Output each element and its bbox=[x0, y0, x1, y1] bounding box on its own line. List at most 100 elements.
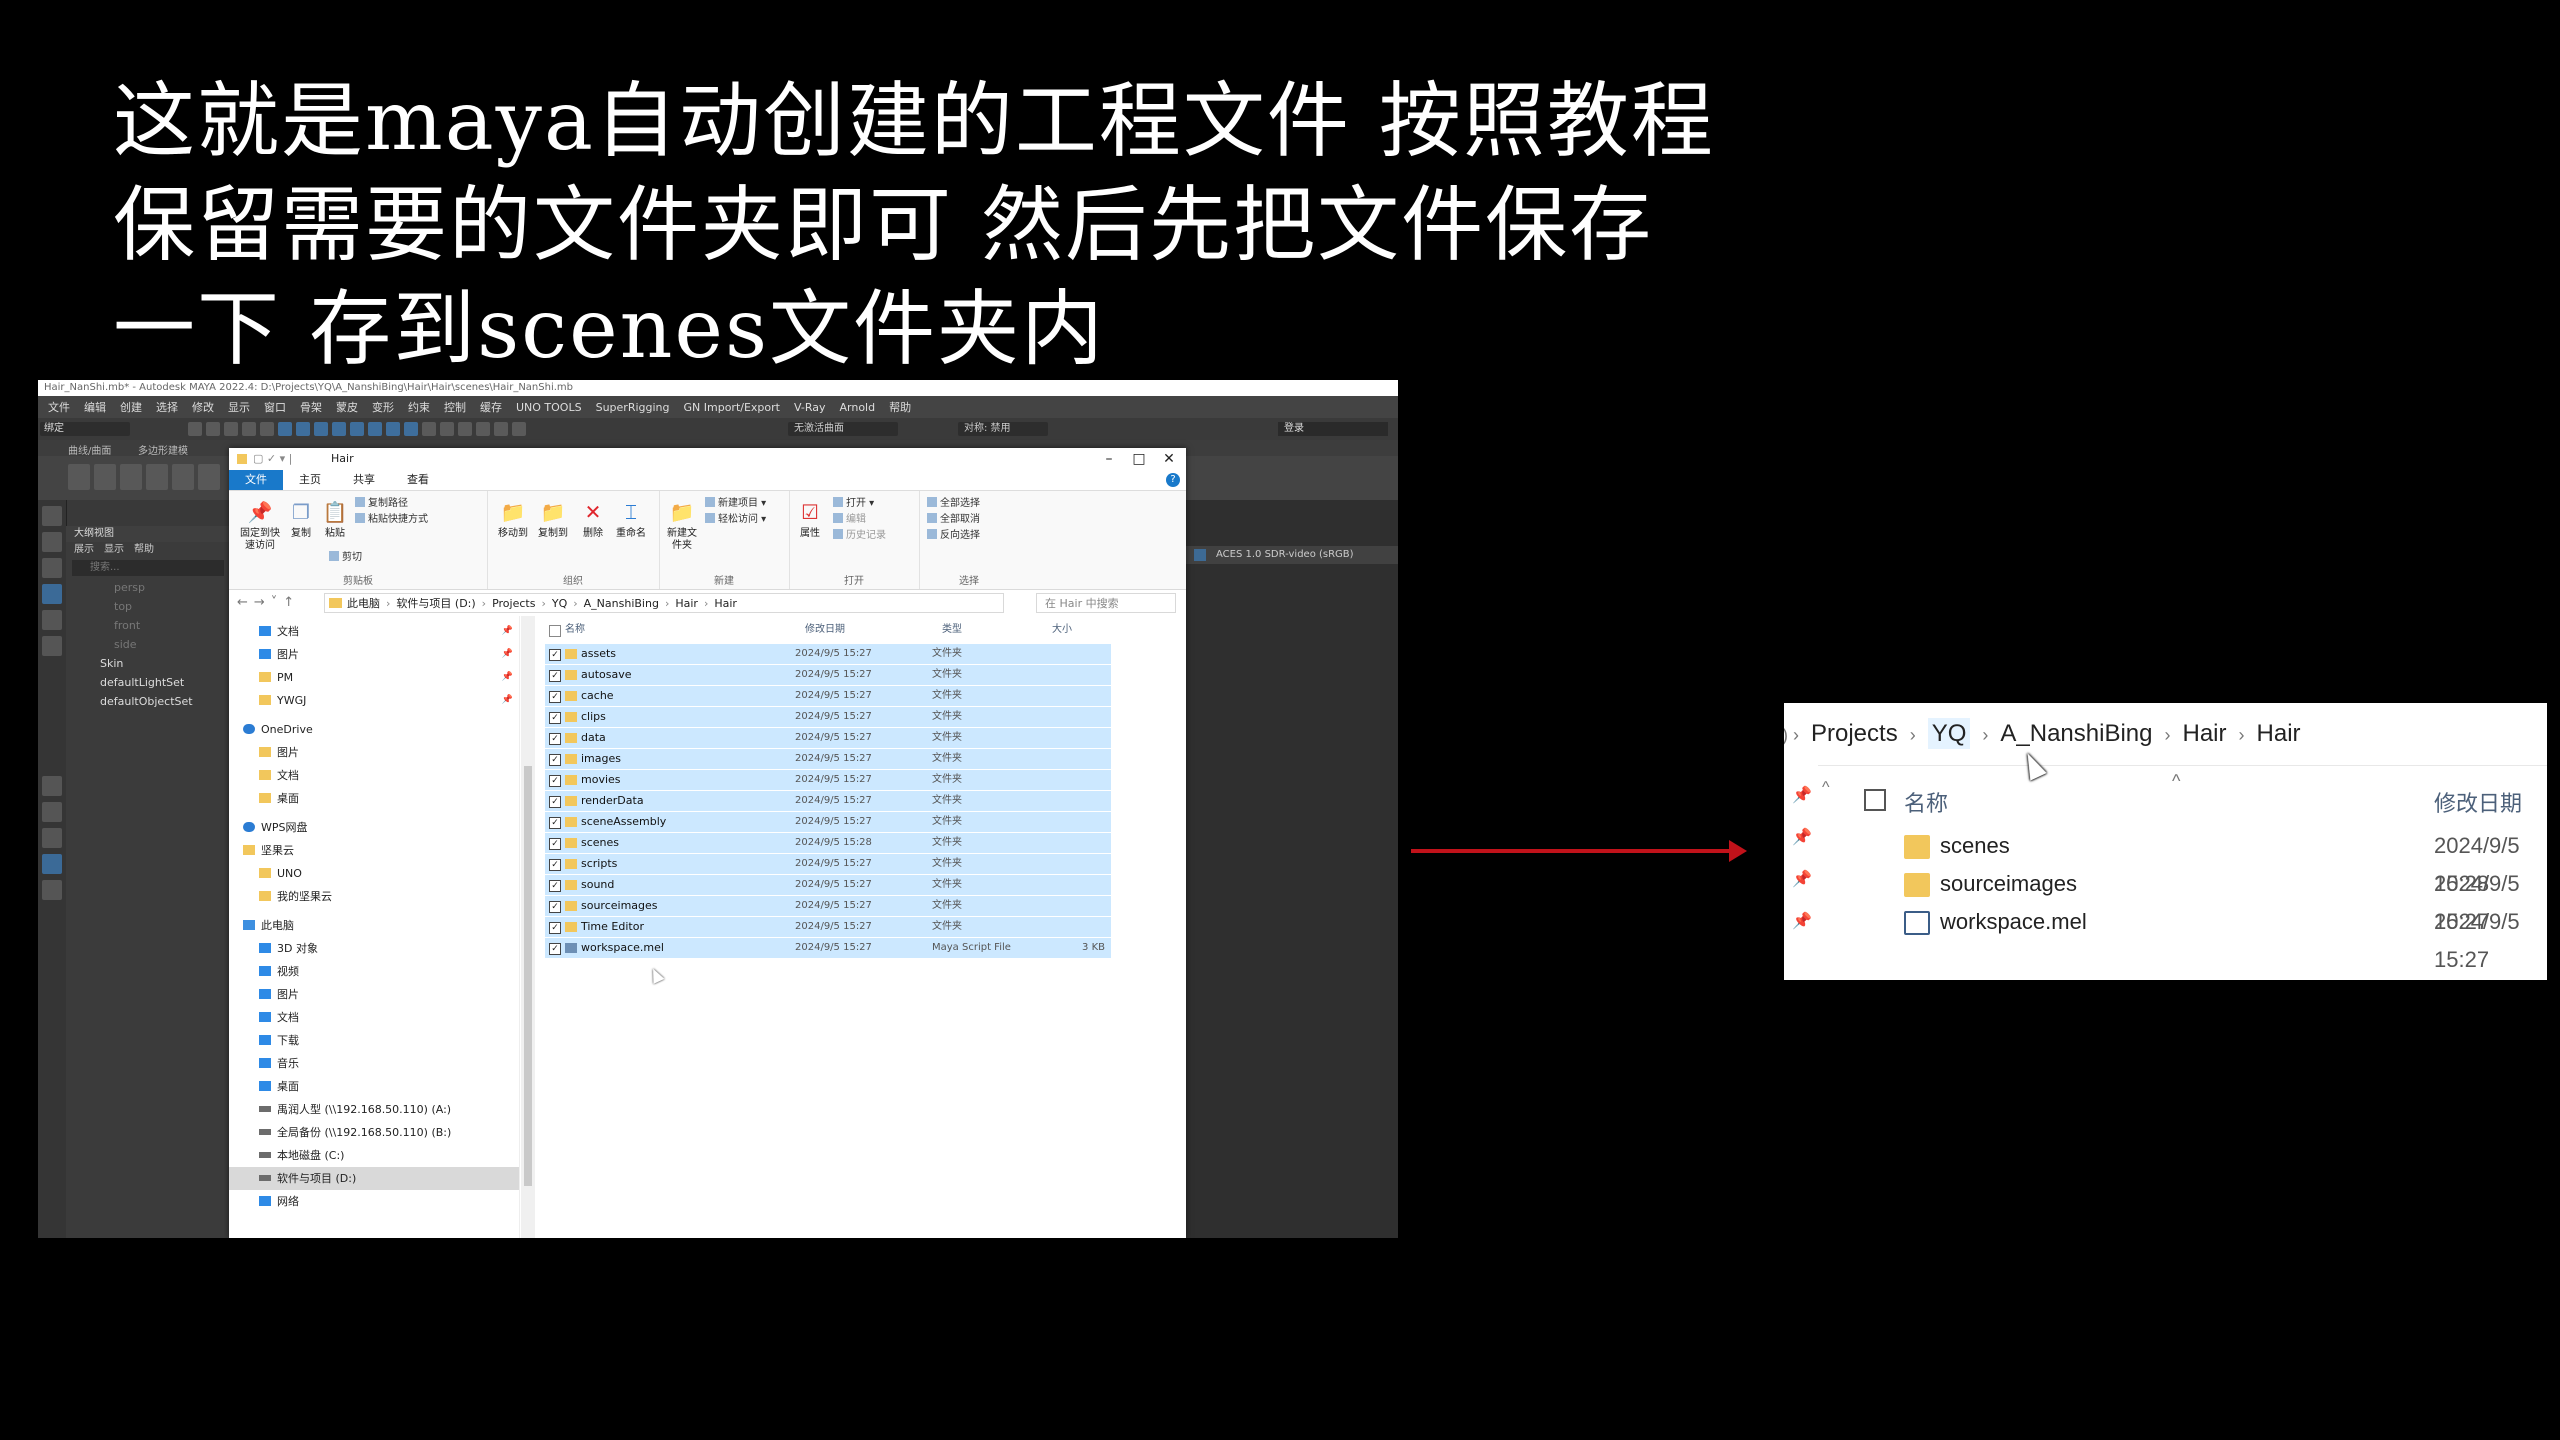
table-row[interactable]: ✓ movies 2024/9/5 15:27 文件夹 bbox=[545, 770, 1111, 791]
outliner-item[interactable]: side bbox=[66, 635, 230, 654]
live-surface-field[interactable]: 无激活曲面 bbox=[788, 422, 898, 436]
help-icon[interactable]: ? bbox=[1166, 473, 1180, 487]
column-size[interactable]: 大小 bbox=[1052, 620, 1072, 640]
table-row[interactable]: ✓ Time Editor 2024/9/5 15:27 文件夹 bbox=[545, 917, 1111, 938]
shelf-tool-icon[interactable] bbox=[120, 464, 142, 490]
maya-menu-item[interactable]: 创建 bbox=[120, 399, 142, 415]
select-mode-icon[interactable] bbox=[296, 422, 310, 436]
row-checkbox[interactable]: ✓ bbox=[549, 838, 561, 850]
new-scene-icon[interactable] bbox=[188, 422, 202, 436]
nav-item[interactable]: OneDrive bbox=[229, 718, 519, 741]
table-row[interactable]: ✓ workspace.mel 2024/9/5 15:27 Maya Script … bbox=[545, 938, 1111, 959]
select-tool-icon[interactable] bbox=[42, 506, 62, 526]
shelf-tab[interactable]: 曲线/曲面 bbox=[68, 442, 111, 457]
maya-menu-item[interactable]: 文件 bbox=[48, 399, 70, 415]
nav-item[interactable]: YWGJ 📌 bbox=[229, 689, 519, 712]
outliner-item[interactable]: front bbox=[66, 616, 230, 635]
mode-selector[interactable]: 绑定 bbox=[40, 422, 130, 436]
snap-icon[interactable] bbox=[476, 422, 490, 436]
select-all-checkbox[interactable] bbox=[1864, 789, 1886, 811]
select-all-checkbox[interactable] bbox=[549, 625, 561, 637]
nav-item[interactable]: 文档 📌 bbox=[229, 620, 519, 643]
snap-icon[interactable] bbox=[458, 422, 472, 436]
table-row[interactable]: ✓ images 2024/9/5 15:27 文件夹 bbox=[545, 749, 1111, 770]
breadcrumb-item[interactable]: Hair bbox=[714, 597, 737, 610]
paint-tool-icon[interactable] bbox=[42, 558, 62, 578]
copy-to-button[interactable]: 📁 复制到 bbox=[535, 499, 571, 540]
maya-menu-item[interactable]: 变形 bbox=[372, 399, 394, 415]
layout-icon[interactable] bbox=[42, 854, 62, 874]
move-to-button[interactable]: 📁 移动到 bbox=[495, 499, 531, 540]
row-checkbox[interactable]: ✓ bbox=[549, 733, 561, 745]
row-checkbox[interactable]: ✓ bbox=[549, 691, 561, 703]
table-row[interactable]: ✓ sourceimages 2024/9/5 15:27 文件夹 bbox=[545, 896, 1111, 917]
lasso-tool-icon[interactable] bbox=[42, 532, 62, 552]
copy-path-button[interactable]: 复制路径 bbox=[355, 497, 408, 510]
row-checkbox[interactable]: ✓ bbox=[549, 922, 561, 934]
list-item[interactable]: workspace.mel 2024/9/5 15:27 bbox=[1904, 903, 2544, 972]
nav-item[interactable]: 此电脑 bbox=[229, 914, 519, 937]
row-checkbox[interactable]: ✓ bbox=[549, 649, 561, 661]
ribbon-tab-0[interactable]: 文件 bbox=[229, 470, 283, 490]
pin-icon[interactable]: 📌 bbox=[502, 643, 513, 666]
row-checkbox[interactable]: ✓ bbox=[549, 943, 561, 955]
column-date[interactable]: 修改日期 bbox=[805, 620, 845, 640]
open-scene-icon[interactable] bbox=[206, 422, 220, 436]
nav-item[interactable]: 桌面 bbox=[229, 787, 519, 810]
breadcrumb-item[interactable]: Hair bbox=[2257, 720, 2301, 747]
snap-icon[interactable] bbox=[494, 422, 508, 436]
ribbon-tab-3[interactable]: 查看 bbox=[391, 470, 445, 490]
zoom-icon[interactable] bbox=[42, 880, 62, 900]
shelf-tab[interactable]: 多边形建模 bbox=[138, 442, 188, 457]
redo-icon[interactable] bbox=[260, 422, 274, 436]
ribbon-tab-2[interactable]: 共享 bbox=[337, 470, 391, 490]
nav-item[interactable]: 图片 bbox=[229, 983, 519, 1006]
row-checkbox[interactable]: ✓ bbox=[549, 880, 561, 892]
color-management-icon[interactable] bbox=[1194, 549, 1206, 561]
table-row[interactable]: ✓ scenes 2024/9/5 15:28 文件夹 bbox=[545, 833, 1111, 854]
row-checkbox[interactable]: ✓ bbox=[549, 670, 561, 682]
breadcrumb-item[interactable]: YQ bbox=[552, 597, 567, 610]
column-type[interactable]: 类型 bbox=[942, 620, 962, 640]
scale-tool-icon[interactable] bbox=[42, 636, 62, 656]
login-button[interactable]: 登录 bbox=[1278, 422, 1388, 436]
select-all-button[interactable]: 全部选择 bbox=[927, 497, 980, 510]
maya-menu-item[interactable]: 蒙皮 bbox=[336, 399, 358, 415]
nav-item[interactable]: 图片 bbox=[229, 741, 519, 764]
breadcrumb-item[interactable]: YQ bbox=[1927, 718, 1971, 749]
select-mode-icon[interactable] bbox=[278, 422, 292, 436]
breadcrumb-item[interactable]: Projects bbox=[492, 597, 535, 610]
table-row[interactable]: ✓ autosave 2024/9/5 15:27 文件夹 bbox=[545, 665, 1111, 686]
select-mode-icon[interactable] bbox=[314, 422, 328, 436]
select-mode-icon[interactable] bbox=[368, 422, 382, 436]
new-item-button[interactable]: 新建项目 ▾ bbox=[705, 497, 766, 510]
nav-item[interactable]: 文档 bbox=[229, 764, 519, 787]
maya-menu-item[interactable]: 窗口 bbox=[264, 399, 286, 415]
select-mode-icon[interactable] bbox=[404, 422, 418, 436]
row-checkbox[interactable]: ✓ bbox=[549, 796, 561, 808]
paste-button[interactable]: 📋 粘贴 bbox=[321, 499, 349, 540]
row-checkbox[interactable]: ✓ bbox=[549, 901, 561, 913]
nav-scrollbar[interactable] bbox=[521, 616, 535, 1238]
nav-item[interactable]: 本地磁盘 (C:) bbox=[229, 1144, 519, 1167]
move-tool-icon[interactable] bbox=[42, 584, 62, 604]
layout-icon[interactable] bbox=[42, 776, 62, 796]
save-scene-icon[interactable] bbox=[224, 422, 238, 436]
row-checkbox[interactable]: ✓ bbox=[549, 817, 561, 829]
breadcrumb-item[interactable]: Hair bbox=[675, 597, 698, 610]
breadcrumb-item[interactable]: 此电脑 bbox=[347, 597, 380, 610]
pin-icon[interactable]: 📌 bbox=[502, 666, 513, 689]
outliner-menu-item[interactable]: 展示 bbox=[74, 542, 94, 558]
shelf-tool-icon[interactable] bbox=[146, 464, 168, 490]
table-row[interactable]: ✓ sceneAssembly 2024/9/5 15:27 文件夹 bbox=[545, 812, 1111, 833]
edit-button[interactable]: 编辑 bbox=[833, 513, 866, 526]
search-input[interactable]: 在 Hair 中搜索 bbox=[1036, 593, 1176, 613]
maya-menu-item[interactable]: 约束 bbox=[408, 399, 430, 415]
nav-item[interactable]: 音乐 bbox=[229, 1052, 519, 1075]
list-item[interactable]: scenes 2024/9/5 15:28 bbox=[1904, 827, 2544, 896]
nav-item[interactable]: 坚果云 bbox=[229, 839, 519, 862]
maya-menu-item[interactable]: 编辑 bbox=[84, 399, 106, 415]
close-icon[interactable]: ✕ bbox=[1154, 448, 1184, 470]
maya-menu-item[interactable]: 修改 bbox=[192, 399, 214, 415]
row-checkbox[interactable]: ✓ bbox=[549, 754, 561, 766]
